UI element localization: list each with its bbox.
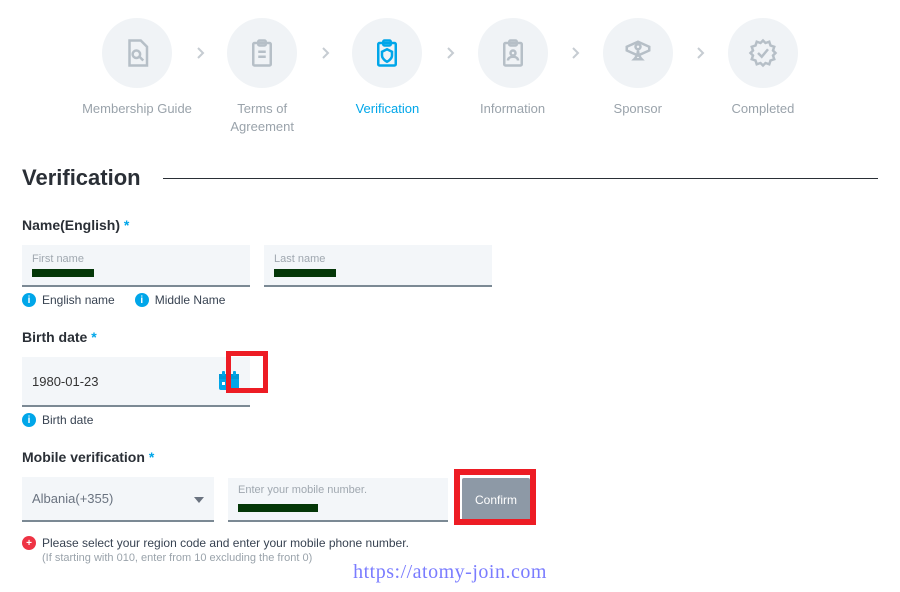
mobile-number-field[interactable]: Enter your mobile number.: [228, 478, 448, 522]
hint-middle-name: i Middle Name: [135, 293, 226, 307]
step-label: Membership Guide: [82, 100, 192, 118]
hint-text: Middle Name: [155, 293, 226, 307]
birth-hints: i Birth date: [22, 413, 878, 427]
birth-label: Birth date *: [22, 329, 878, 345]
info-icon: i: [22, 413, 36, 427]
country-code-select[interactable]: Albania(+355): [22, 477, 214, 522]
country-value: Albania(+355): [32, 491, 113, 506]
placeholder: Last name: [274, 253, 482, 265]
watermark: https://atomy-join.com: [353, 561, 547, 584]
redacted-value: [274, 269, 336, 277]
mobile-row: Albania(+355) Enter your mobile number. …: [22, 477, 878, 522]
chevron-right-icon: [695, 46, 705, 65]
step-label: Verification: [356, 100, 420, 118]
hint-english-name: i English name: [22, 293, 115, 307]
birth-date-field[interactable]: 1980-01-23: [22, 357, 250, 407]
step-circle: [352, 18, 422, 88]
redacted-value: [238, 504, 318, 512]
label-text: Mobile verification: [22, 449, 145, 465]
mobile-label: Mobile verification *: [22, 449, 878, 465]
birth-row: 1980-01-23: [22, 357, 878, 407]
hint-birth: i Birth date: [22, 413, 93, 427]
label-text: Birth date: [22, 329, 87, 345]
chevron-down-icon: [194, 491, 204, 506]
chevron-right-icon: [570, 46, 580, 65]
page-title: Verification: [22, 165, 141, 191]
redacted-value: [32, 269, 94, 277]
step-terms: Terms of Agreement: [207, 18, 317, 135]
info-icon: i: [22, 293, 36, 307]
name-hints: i English name i Middle Name: [22, 293, 878, 307]
step-label: Sponsor: [614, 100, 662, 118]
required-star: *: [91, 329, 96, 345]
last-name-field[interactable]: Last name: [264, 245, 492, 287]
required-star: *: [149, 449, 154, 465]
placeholder: Enter your mobile number.: [238, 484, 438, 496]
step-verification: Verification: [332, 18, 442, 118]
error-text: Please select your region code and enter…: [42, 536, 409, 550]
mobile-error-sub: (If starting with 010, enter from 10 exc…: [42, 552, 878, 564]
step-membership-guide: Membership Guide: [82, 18, 192, 118]
step-label: Information: [480, 100, 545, 118]
divider: [163, 178, 878, 179]
name-row: First name Last name: [22, 245, 878, 287]
highlight-confirm: [454, 469, 536, 525]
step-circle: [227, 18, 297, 88]
step-circle: [728, 18, 798, 88]
stepper: Membership Guide Terms of Agreement Veri…: [22, 18, 878, 135]
step-circle: [603, 18, 673, 88]
highlight-calendar: [226, 351, 268, 393]
step-label: Completed: [732, 100, 795, 118]
step-sponsor: Sponsor: [583, 18, 693, 118]
first-name-field[interactable]: First name: [22, 245, 250, 287]
step-completed: Completed: [708, 18, 818, 118]
step-label: Terms of Agreement: [207, 100, 317, 135]
chevron-right-icon: [445, 46, 455, 65]
hint-text: English name: [42, 293, 115, 307]
chevron-right-icon: [320, 46, 330, 65]
title-row: Verification: [22, 165, 878, 191]
step-circle: [102, 18, 172, 88]
mobile-error: + Please select your region code and ente…: [22, 536, 878, 550]
chevron-right-icon: [195, 46, 205, 65]
error-icon: +: [22, 536, 36, 550]
info-icon: i: [135, 293, 149, 307]
step-information: Information: [458, 18, 568, 118]
placeholder: First name: [32, 253, 240, 265]
label-text: Name(English): [22, 217, 120, 233]
step-circle: [478, 18, 548, 88]
name-label: Name(English) *: [22, 217, 878, 233]
required-star: *: [124, 217, 129, 233]
birth-value: 1980-01-23: [32, 374, 99, 389]
hint-text: Birth date: [42, 413, 93, 427]
